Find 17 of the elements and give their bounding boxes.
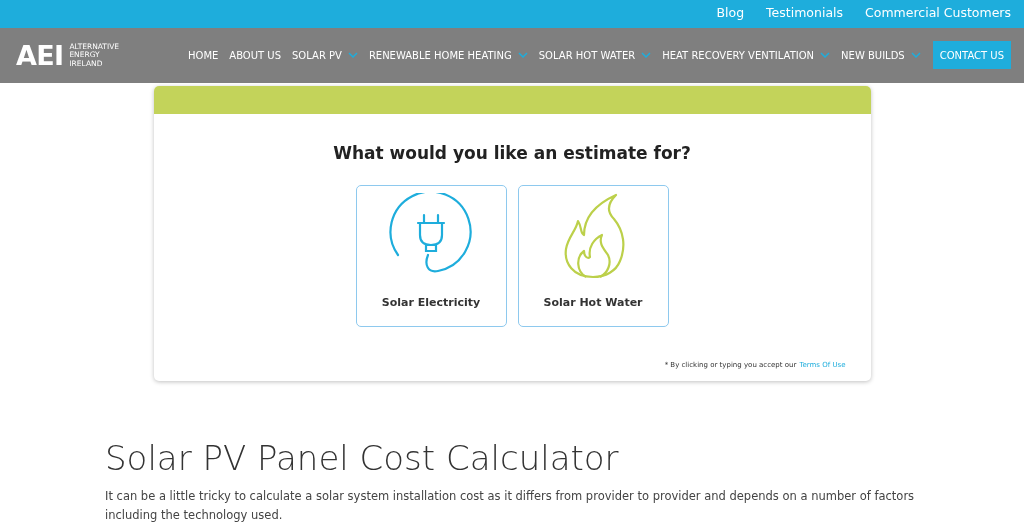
- logo-mark[interactable]: AEI: [16, 41, 64, 69]
- estimate-option[interactable]: Solar Electricity: [355, 184, 507, 327]
- top-link[interactable]: Blog: [716, 4, 745, 24]
- nav-item[interactable]: ABOUT US: [229, 47, 281, 63]
- estimate-question: What would you like an estimate for?: [333, 142, 691, 165]
- top-link[interactable]: Commercial Customers: [865, 4, 1011, 24]
- contact-button[interactable]: CONTACT US: [932, 41, 1011, 70]
- top-link[interactable]: Testimonials: [766, 4, 844, 24]
- page-heading: Solar PV Panel Cost Calculator: [105, 438, 620, 478]
- nav-item[interactable]: SOLAR HOT WATER: [538, 47, 652, 63]
- intro-paragraph: It can be a little tricky to calculate a solar system installation cost as it differs from provider to provider and depends on a number of factors including the technology used.: [105, 488, 916, 524]
- nav-item[interactable]: HOME: [188, 47, 219, 63]
- nav-item[interactable]: SOLAR PV: [292, 47, 358, 63]
- nav-item[interactable]: RENEWABLE HOME HEATING: [368, 47, 528, 63]
- nav-item[interactable]: HEAT RECOVERY VENTILATION: [662, 47, 831, 63]
- estimate-option[interactable]: Solar Hot Water: [517, 184, 669, 327]
- nav-item[interactable]: NEW BUILDS: [841, 47, 921, 63]
